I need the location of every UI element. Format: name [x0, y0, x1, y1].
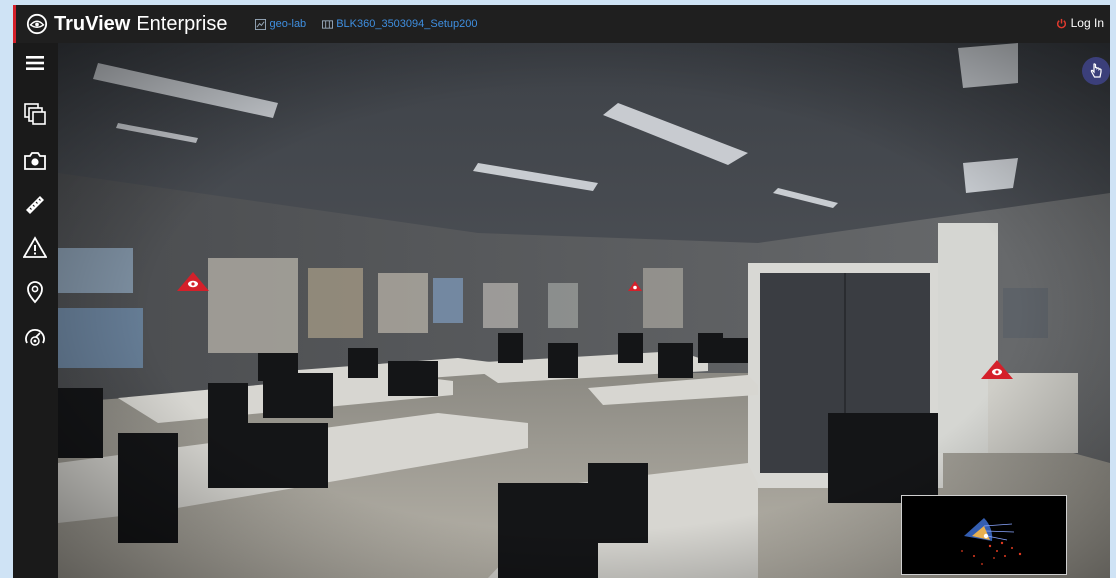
brand-name: TruView: [54, 12, 131, 35]
hotspot-marker-icon[interactable]: [628, 281, 642, 291]
brand-suffix: Enterprise: [136, 12, 228, 35]
hotspot-marker-icon[interactable]: [176, 271, 210, 293]
hotspot-marker-icon[interactable]: [980, 359, 1014, 381]
truview-logo-icon: [26, 13, 48, 35]
speedometer-icon: [25, 329, 45, 346]
breadcrumb-site-label: geo-lab: [269, 18, 307, 30]
measure-button[interactable]: [23, 193, 47, 217]
camera-icon: [24, 152, 46, 170]
top-bar: TruView Enterprise geo-lab BLK360_350309…: [13, 5, 1110, 43]
minimap-plan[interactable]: [902, 496, 1066, 574]
location-pin-icon: [27, 281, 43, 304]
camera-button[interactable]: [23, 149, 47, 173]
hand-pointer-icon: [1090, 63, 1102, 78]
breadcrumb-site[interactable]: geo-lab: [255, 18, 306, 30]
login-button[interactable]: Log In: [1056, 16, 1104, 30]
warning-button[interactable]: [23, 236, 47, 260]
brand: TruView Enterprise: [26, 13, 227, 36]
panorama-viewer[interactable]: [58, 43, 1110, 578]
power-icon: [1056, 18, 1066, 28]
minimap[interactable]: [901, 495, 1067, 575]
login-label: Log In: [1070, 16, 1104, 30]
sidebar: [13, 43, 58, 578]
site-icon: [255, 18, 267, 30]
warning-icon: [23, 236, 47, 258]
app-frame: TruView Enterprise geo-lab BLK360_350309…: [13, 5, 1110, 578]
layers-icon: [24, 103, 46, 125]
layers-button[interactable]: [23, 102, 47, 126]
speedometer-button[interactable]: [23, 325, 47, 349]
setup-icon: [322, 19, 334, 29]
location-button[interactable]: [23, 280, 47, 304]
menu-button[interactable]: [23, 51, 47, 75]
menu-icon: [26, 56, 44, 70]
breadcrumb-setup[interactable]: BLK360_3503094_Setup200: [322, 18, 478, 30]
breadcrumb-setup-label: BLK360_3503094_Setup200: [336, 18, 478, 30]
measure-icon: [26, 196, 44, 214]
navigation-mode-button[interactable]: [1082, 57, 1110, 85]
